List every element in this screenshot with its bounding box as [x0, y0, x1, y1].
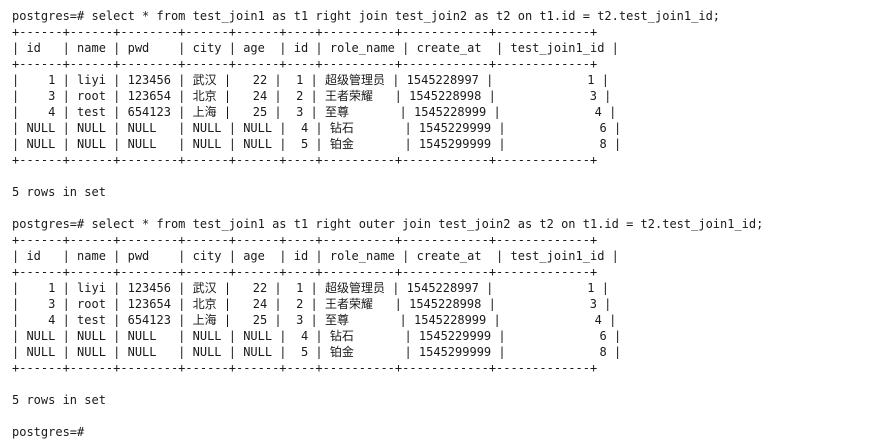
table-border-bottom: +------+------+--------+------+------+--… — [12, 153, 598, 167]
table-header-row: | id | name | pwd | city | age | id | ro… — [12, 41, 619, 55]
table-header-separator: +------+------+--------+------+------+--… — [12, 57, 598, 71]
table-row: | 3 | root | 123654 | 北京 | 24 | 2 | 王者荣耀… — [12, 297, 612, 311]
table-row: | 4 | test | 654123 | 上海 | 25 | 3 | 至尊 |… — [12, 313, 617, 327]
terminal-window[interactable]: postgres=# select * from test_join1 as t… — [0, 0, 887, 439]
table-border-bottom: +------+------+--------+------+------+--… — [12, 361, 598, 375]
table-row: | 3 | root | 123654 | 北京 | 24 | 2 | 王者荣耀… — [12, 89, 612, 103]
sql-command: postgres=# select * from test_join1 as t… — [12, 9, 721, 23]
table-row: | NULL | NULL | NULL | NULL | NULL | 4 |… — [12, 329, 622, 343]
table-header-row: | id | name | pwd | city | age | id | ro… — [12, 249, 619, 263]
table-row: | 4 | test | 654123 | 上海 | 25 | 3 | 至尊 |… — [12, 105, 617, 119]
table-border-top: +------+------+--------+------+------+--… — [12, 25, 598, 39]
table-header-separator: +------+------+--------+------+------+--… — [12, 265, 598, 279]
table-row: | 1 | liyi | 123456 | 武汉 | 22 | 1 | 超级管理… — [12, 281, 609, 295]
result-count: 5 rows in set — [12, 185, 106, 199]
sql-command: postgres=# select * from test_join1 as t… — [12, 217, 764, 231]
command-prompt[interactable]: postgres=# — [12, 424, 887, 440]
table-row: | NULL | NULL | NULL | NULL | NULL | 5 |… — [12, 345, 622, 359]
table-row: | 1 | liyi | 123456 | 武汉 | 22 | 1 | 超级管理… — [12, 73, 609, 87]
table-border-top: +------+------+--------+------+------+--… — [12, 233, 598, 247]
table-row: | NULL | NULL | NULL | NULL | NULL | 5 |… — [12, 137, 622, 151]
table-row: | NULL | NULL | NULL | NULL | NULL | 4 |… — [12, 121, 622, 135]
